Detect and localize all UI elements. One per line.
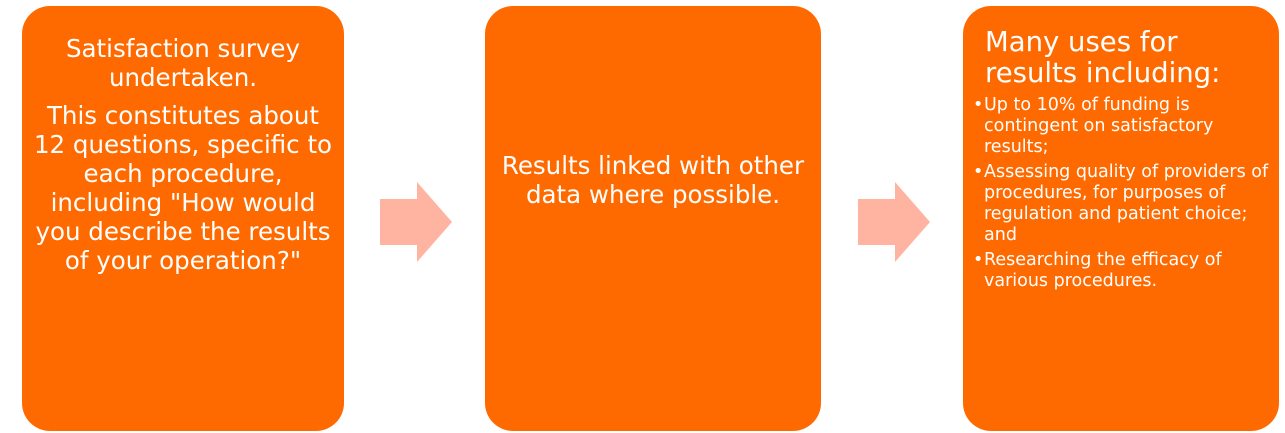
list-item: • Researching the efficacy of various pro…: [973, 250, 1275, 292]
bullet-icon: •: [973, 162, 984, 182]
list-item-text: Up to 10% of funding is contingent on sa…: [984, 95, 1214, 157]
step-text: This constitutes about 12 questions, spe…: [33, 101, 333, 275]
uses-heading: Many uses for results including:: [985, 26, 1221, 89]
step-box-uses: Many uses for results including: • Up to …: [963, 6, 1279, 431]
uses-list: • Up to 10% of funding is contingent on s…: [963, 95, 1279, 292]
list-item: • Assessing quality of providers of proce…: [973, 162, 1275, 246]
step-box-survey: Satisfaction survey undertaken. This con…: [22, 6, 344, 431]
list-item-text: Assessing quality of providers of proced…: [984, 162, 1269, 245]
step-text: Results linked with other data where pos…: [501, 151, 805, 209]
bullet-icon: •: [973, 95, 984, 115]
step-text: Satisfaction survey undertaken.: [65, 34, 300, 92]
list-item: • Up to 10% of funding is contingent on s…: [973, 95, 1275, 158]
list-item-text: Researching the efficacy of various proc…: [984, 250, 1222, 291]
right-arrow-icon: [380, 182, 452, 262]
step-box-linking: Results linked with other data where pos…: [485, 6, 821, 431]
bullet-icon: •: [973, 250, 984, 270]
right-arrow-icon: [858, 182, 930, 262]
